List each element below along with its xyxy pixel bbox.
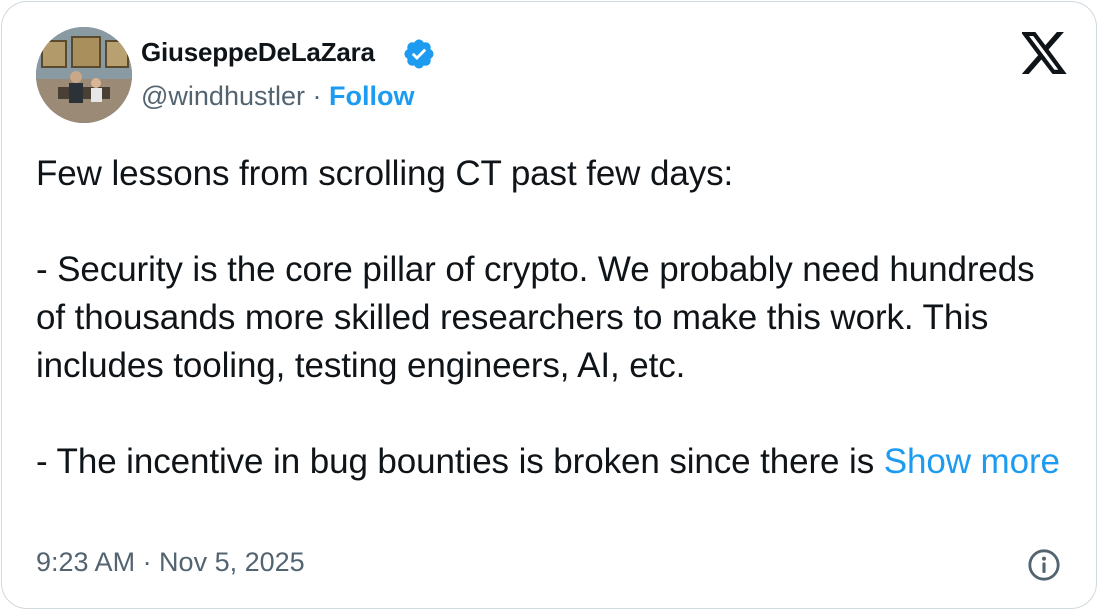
author-handle-line: @windhustler · Follow [141, 81, 415, 112]
show-more-link[interactable]: Show more [884, 442, 1060, 481]
follow-button[interactable]: Follow [329, 81, 414, 111]
info-icon[interactable] [1027, 548, 1061, 582]
post-timestamp[interactable]: 9:23 AM · Nov 5, 2025 [36, 547, 305, 578]
post-text: Few lessons from scrolling CT past few d… [36, 154, 1035, 481]
embedded-post-card: GiuseppeDeLaZara @windhustler · Follow F… [1, 1, 1097, 609]
x-logo-icon[interactable] [1022, 32, 1068, 74]
author-avatar[interactable] [36, 27, 132, 123]
post-body: Few lessons from scrolling CT past few d… [36, 150, 1066, 486]
author-display-name[interactable]: GiuseppeDeLaZara [141, 37, 375, 68]
avatar-photo [36, 27, 132, 123]
verified-badge-icon [404, 39, 434, 69]
author-handle[interactable]: @windhustler [141, 81, 305, 111]
handle-separator: · [312, 81, 322, 111]
